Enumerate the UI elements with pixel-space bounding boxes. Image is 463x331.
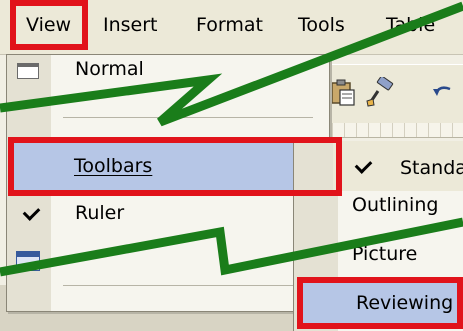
highlight-box-toolbars: [8, 137, 342, 196]
highlight-box-reviewing: [297, 277, 463, 329]
highlight-box-view: [10, 0, 88, 50]
word-view-menu-screenshot: View Insert Format Tools Table Normal To…: [0, 0, 463, 331]
